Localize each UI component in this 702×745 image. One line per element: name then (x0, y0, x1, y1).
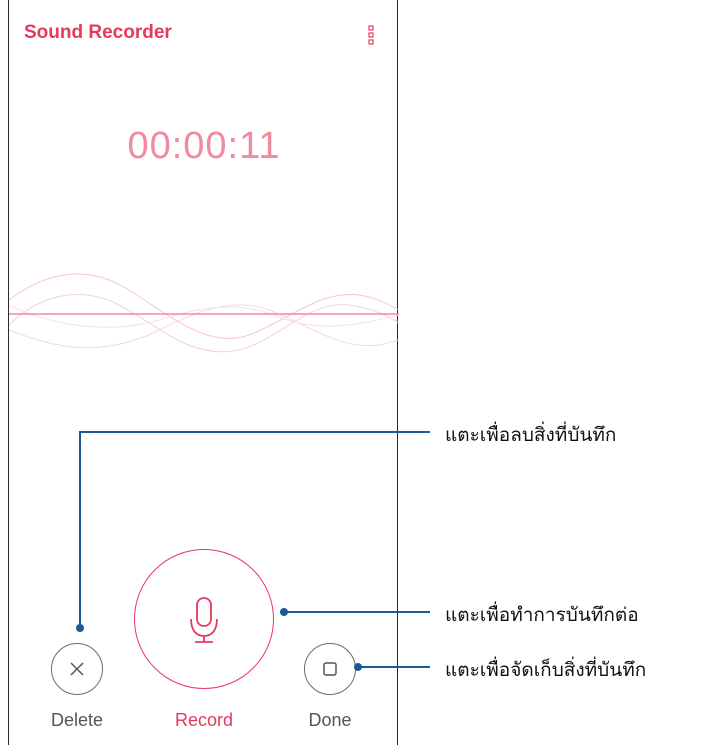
record-callout-dot (280, 608, 288, 616)
record-hint: แตะเพื่อทำการบันทึกต่อ (445, 604, 639, 626)
delete-callout-line (79, 431, 430, 628)
delete-callout-dot (76, 624, 84, 632)
callout-lines (76, 431, 430, 671)
done-callout-dot (354, 663, 362, 671)
delete-hint: แตะเพื่อลบสิ่งที่บันทึก (445, 424, 617, 446)
done-hint: แตะเพื่อจัดเก็บสิ่งที่บันทึก (445, 659, 647, 681)
